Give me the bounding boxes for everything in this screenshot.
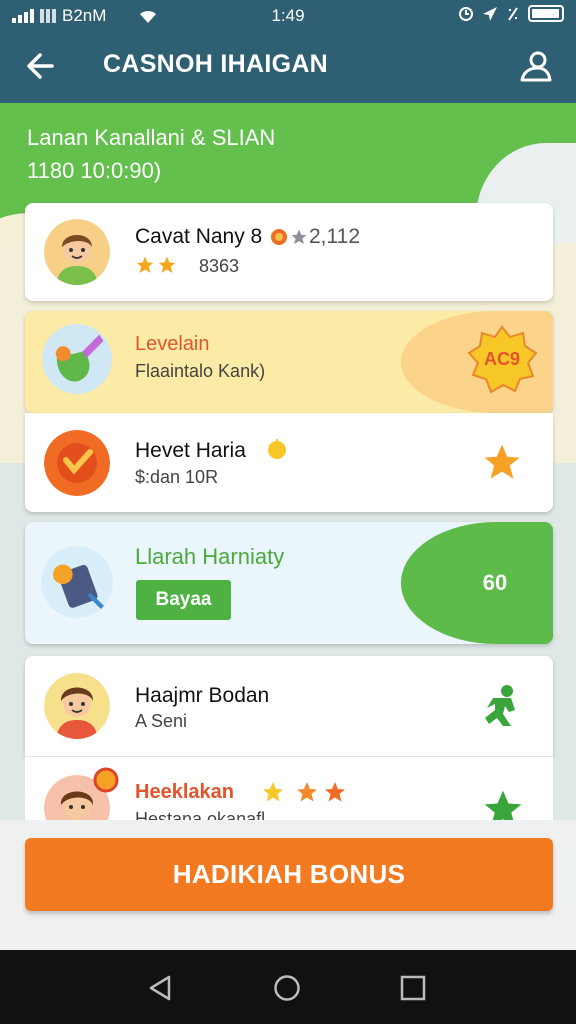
page-title: CASNOH IHAIGAN [103, 50, 329, 78]
system-nav-bar [0, 950, 576, 1024]
top-bar: B2nM 1:49 CASNOH IHAIGAN [0, 0, 576, 103]
list-item[interactable]: Hevet Haria $:dan 10R [25, 413, 553, 512]
nav-home-icon[interactable] [273, 974, 301, 1002]
status-right [458, 5, 564, 22]
alarm-icon [459, 6, 473, 21]
boy-avatar [44, 673, 110, 739]
list-item-highlight[interactable]: Llarah Harniaty Bayaa 60 [25, 522, 553, 644]
status-bar: B2nM 1:49 [0, 0, 576, 34]
nav-recents-icon[interactable] [400, 975, 426, 1001]
nav-back-icon[interactable] [147, 974, 173, 1002]
backpack-icon [41, 546, 113, 618]
profile-icon[interactable] [518, 46, 554, 86]
star-icon [484, 444, 520, 479]
star-icon [297, 782, 317, 802]
star-icon [158, 256, 176, 273]
item-name: Cavat Nany 8 [135, 225, 263, 248]
item-value: 60 [482, 570, 508, 595]
item-score: 2,112 [309, 225, 360, 248]
bonus-button[interactable]: HADIKIAH BONUS [25, 838, 553, 911]
item-name: Haajmr Bodan [135, 684, 270, 707]
battery-icon [528, 5, 564, 22]
running-figure-icon [485, 685, 515, 726]
item-subtitle: A Seni [135, 711, 188, 731]
star-icon [325, 782, 345, 802]
banner-title: Lanan Kanallani & SLIAN [27, 125, 276, 150]
badge-label: AC9 [483, 349, 520, 369]
banner-subtitle: 1180 10:0:90) [27, 158, 162, 183]
coin-icon [271, 229, 287, 245]
item-name: Hevet Haria [135, 439, 246, 462]
coin-icon [268, 439, 286, 459]
back-arrow-icon[interactable] [22, 46, 62, 86]
badge-small-icon [93, 767, 119, 793]
data-saver-icon [508, 6, 518, 21]
location-icon [483, 6, 497, 21]
item-name: Levelain [135, 333, 210, 355]
item-name: Llarah Harniaty [135, 544, 285, 569]
item-subtitle: $:dan 10R [135, 467, 219, 487]
star-icon [136, 256, 154, 273]
item-name: Heeklakan [135, 781, 234, 803]
item-subtitle: Flaaintalo Kank) [135, 361, 266, 381]
boy-avatar [44, 219, 110, 285]
star-icon [263, 782, 283, 802]
list-item[interactable]: Haajmr Bodan A Seni [25, 656, 553, 756]
gift-icon [42, 324, 112, 394]
item-subtitle: 8363 [199, 256, 240, 276]
list-item-highlight[interactable]: Levelain Flaaintalo Kank) AC9 [25, 311, 553, 413]
action-button[interactable]: Bayaa [136, 580, 231, 620]
list-item[interactable]: Cavat Nany 8 2,112 8363 [25, 203, 553, 301]
medal-icon [44, 430, 110, 496]
star-gray-icon [291, 229, 307, 245]
